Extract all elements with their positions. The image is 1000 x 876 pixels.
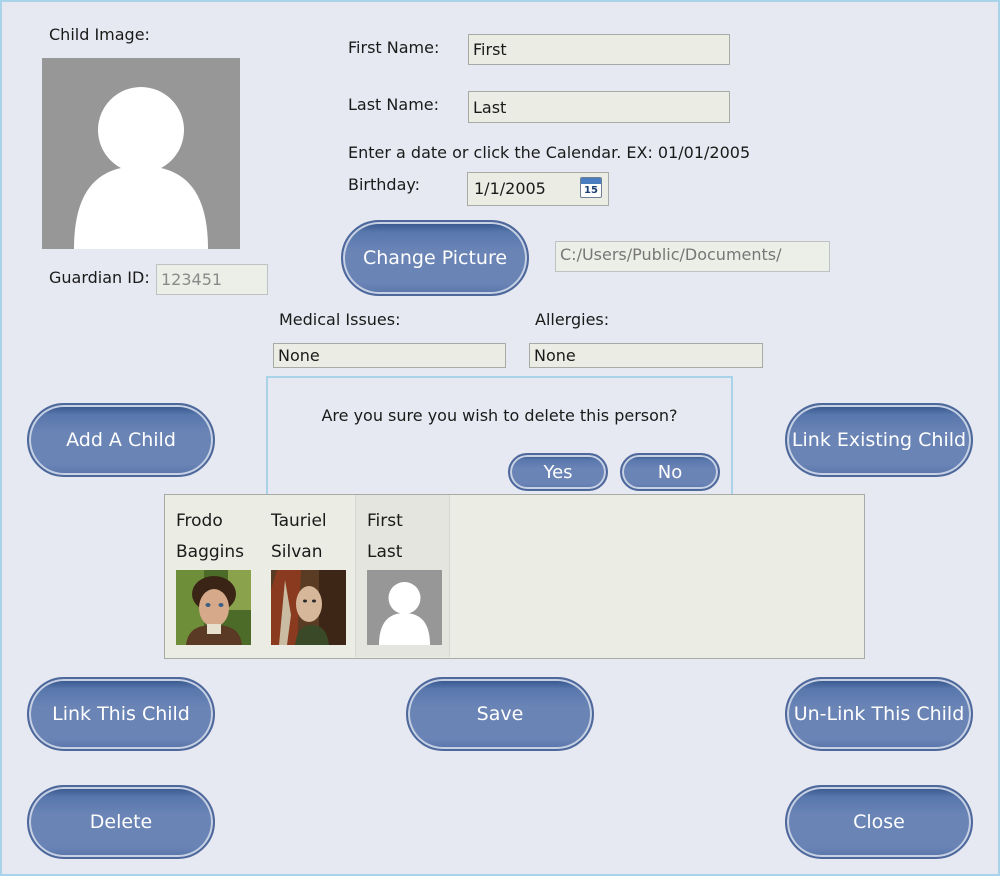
children-list[interactable]: Frodo Baggins Tauriel Silvan First Last (164, 494, 865, 659)
birthday-value: 1/1/2005 (474, 179, 546, 198)
child-image (42, 58, 240, 249)
child-card-tauriel[interactable]: Tauriel Silvan (260, 495, 353, 657)
unlink-this-child-button[interactable]: Un-Link This Child (785, 677, 973, 751)
tauriel-photo-icon (271, 570, 346, 645)
child-first-name: First (367, 511, 403, 531)
frodo-photo-icon (176, 570, 251, 645)
child-last-name: Silvan (271, 542, 323, 562)
child-first-name: Frodo (176, 511, 223, 531)
delete-confirm-dialog: Are you sure you wish to delete this per… (266, 376, 733, 498)
allergies-field[interactable]: None (529, 343, 763, 368)
person-silhouette-icon (42, 58, 240, 249)
close-button[interactable]: Close (785, 785, 973, 859)
birthday-date-picker[interactable]: 1/1/2005 15 (467, 172, 609, 206)
child-card-frodo[interactable]: Frodo Baggins (165, 495, 258, 657)
change-picture-button[interactable]: Change Picture (341, 220, 529, 296)
link-existing-child-button[interactable]: Link Existing Child (785, 403, 973, 477)
medical-issues-label: Medical Issues: (279, 310, 401, 329)
guardian-id-field[interactable]: 123451 (156, 264, 268, 295)
date-hint-text: Enter a date or click the Calendar. EX: … (348, 143, 751, 162)
child-image-label: Child Image: (49, 25, 150, 44)
child-card-first-last[interactable]: First Last (355, 495, 450, 657)
calendar-icon[interactable]: 15 (580, 177, 602, 198)
delete-confirm-message: Are you sure you wish to delete this per… (321, 406, 678, 425)
first-name-label: First Name: (348, 38, 440, 57)
no-button[interactable]: No (620, 453, 720, 491)
last-name-label: Last Name: (348, 95, 440, 114)
guardian-id-label: Guardian ID: (49, 268, 150, 287)
last-name-field[interactable]: Last (468, 91, 730, 123)
save-button[interactable]: Save (406, 677, 594, 751)
allergies-label: Allergies: (535, 310, 610, 329)
yes-button[interactable]: Yes (508, 453, 608, 491)
child-last-name: Last (367, 542, 403, 562)
birthday-label: Birthday: (348, 175, 421, 194)
picture-path-field[interactable]: C:/Users/Public/Documents/ (555, 241, 830, 272)
medical-issues-field[interactable]: None (273, 343, 506, 368)
delete-button[interactable]: Delete (27, 785, 215, 859)
link-this-child-button[interactable]: Link This Child (27, 677, 215, 751)
default-avatar-icon (367, 570, 442, 645)
child-last-name: Baggins (176, 542, 245, 562)
first-name-field[interactable]: First (468, 34, 730, 65)
calendar-icon-day: 15 (584, 185, 598, 196)
child-first-name: Tauriel (271, 511, 327, 531)
add-child-button[interactable]: Add A Child (27, 403, 215, 477)
